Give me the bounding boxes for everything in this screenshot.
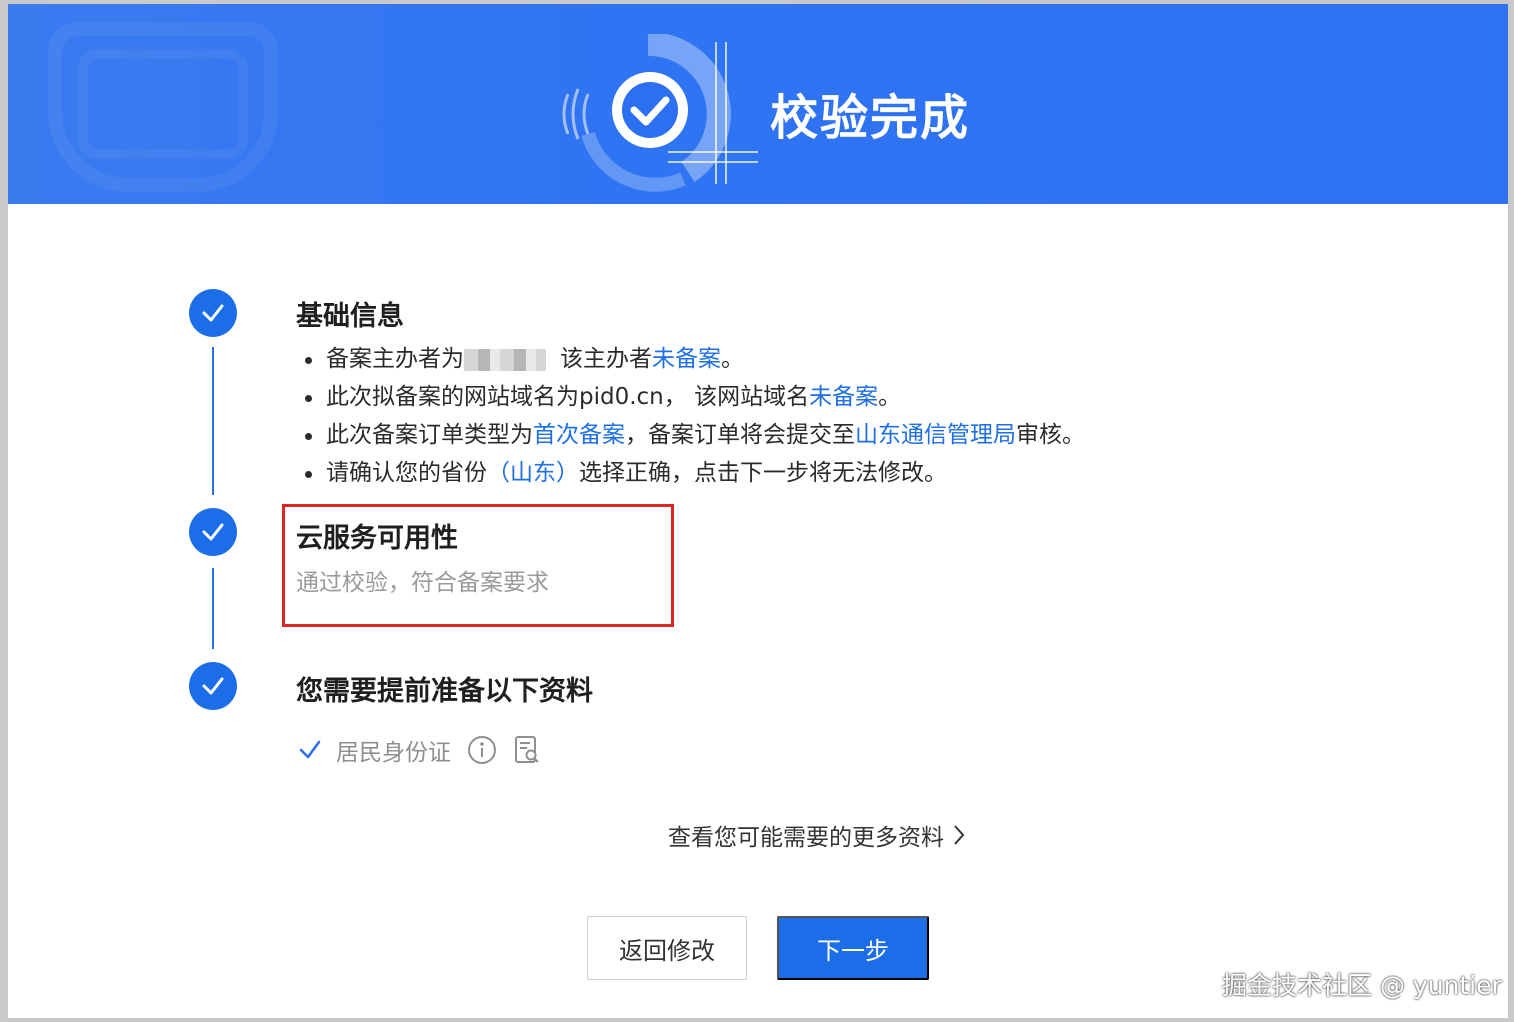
verification-banner: 校验完成 (8, 4, 1508, 204)
more-materials-link[interactable]: 查看您可能需要的更多资料 (668, 818, 966, 852)
bullet-text: 。 (721, 346, 744, 372)
list-item: 请确认您的省份（山东）选择正确，点击下一步将无法修改。 (303, 454, 1085, 492)
watermark: 掘金技术社区 @ yuntier (1222, 971, 1502, 1000)
bullet-text: 此次拟备案的网站域名为pid0.cn， 该网站域名 (326, 384, 810, 410)
back-modify-button[interactable]: 返回修改 (587, 916, 747, 980)
province-link[interactable]: （山东） (487, 460, 579, 486)
info-icon[interactable] (467, 735, 497, 765)
banner-decoration (78, 49, 248, 159)
status-link[interactable]: 未备案 (809, 384, 878, 410)
bullet-text: ，备案订单将会提交至 (625, 422, 855, 448)
document-search-icon[interactable] (513, 735, 541, 765)
basic-info-list: 备案主办者为 该主办者未备案。 此次拟备案的网站域名为pid0.cn， 该网站域名… (303, 340, 1085, 492)
chevron-right-icon (954, 825, 965, 845)
step-3-title: 您需要提前准备以下资料 (296, 676, 593, 707)
list-item: 此次拟备案的网站域名为pid0.cn， 该网站域名未备案。 (303, 378, 1085, 416)
bullet-text: 。 (878, 384, 902, 410)
material-label: 居民身份证 (336, 740, 451, 766)
material-item: 居民身份证 (298, 732, 541, 768)
bullet-text: 该主办者 (560, 346, 652, 372)
step-connector (212, 347, 214, 495)
status-link[interactable]: 未备案 (652, 346, 721, 372)
next-step-button[interactable]: 下一步 (777, 916, 929, 980)
list-item: 此次备案订单类型为首次备案，备案订单将会提交至山东通信管理局审核。 (303, 416, 1085, 454)
check-circle-icon (562, 34, 758, 192)
bullet-text: 备案主办者为 (326, 346, 464, 372)
bullet-text: 审核。 (1016, 422, 1085, 448)
bullet-text: 此次备案订单类型为 (326, 422, 533, 448)
bullet-text: 请确认您的省份 (326, 460, 487, 486)
masked-name (464, 348, 546, 371)
more-materials-label: 查看您可能需要的更多资料 (668, 825, 944, 851)
step-3-check-icon (189, 662, 237, 710)
check-icon (299, 740, 321, 759)
authority-link[interactable]: 山东通信管理局 (855, 422, 1016, 448)
order-type-link[interactable]: 首次备案 (533, 422, 625, 448)
step-2-check-icon (189, 508, 237, 556)
step-1-title: 基础信息 (296, 301, 404, 332)
bullet-text: 选择正确，点击下一步将无法修改。 (579, 460, 947, 486)
list-item: 备案主办者为 该主办者未备案。 (303, 340, 1085, 378)
step-1-check-icon (189, 289, 237, 337)
verification-dialog: 校验完成 基础信息 备案主办者为 该主办者未备案。 此次拟备案的网站域名为pid0… (8, 4, 1508, 1018)
step-connector (212, 568, 214, 649)
banner-title: 校验完成 (770, 90, 971, 146)
highlight-box (282, 504, 674, 627)
